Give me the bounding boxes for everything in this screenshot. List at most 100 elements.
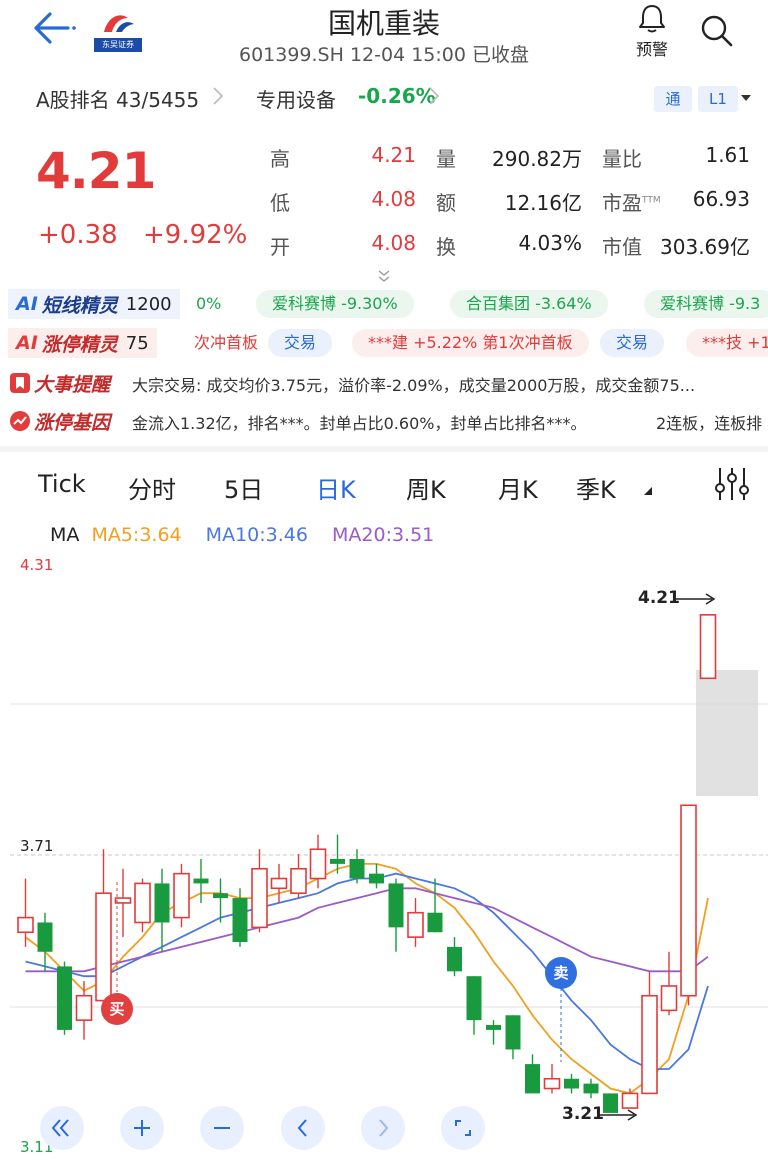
section-divider [0,446,768,452]
ma-label: MA [50,524,80,546]
ai-short-item[interactable]: 爱科赛博 -9.30% [256,290,414,318]
candle-down [37,922,53,952]
dropdown-triangle-icon[interactable] [741,95,751,101]
ai-short-item[interactable]: 爱科赛博 -9.3 [644,290,768,318]
quote-value-turnover: 4.03% [518,231,582,255]
connect-button[interactable]: 通 [654,86,692,112]
event-badge-label: 大事提醒 [34,373,111,396]
candle-up [134,882,151,924]
search-icon[interactable] [698,12,736,50]
quote-label-amount: 额 [436,191,456,215]
prev-button[interactable] [281,1106,325,1150]
quote-value-high: 4.21 [371,143,416,167]
limit-gene-row[interactable]: 涨停基因 金流入1.32亿，排名***。封单占比0.60%，封单占比排名***。… [0,406,768,436]
quote-label-low: 低 [270,191,290,215]
candle-down [505,1015,521,1050]
candle-down [447,946,462,972]
quote-value-market-cap: 303.69亿 [660,235,750,259]
last-price: 4.21 [36,142,156,200]
limit-gene-text: 金流入1.32亿，排名***。封单占比0.60%，封单占比排名***。 [132,414,587,433]
candle-up [17,916,34,934]
buy-signal-marker[interactable]: 买 [101,993,133,1025]
fullscreen-icon [455,1120,471,1136]
candle-up [621,1092,639,1109]
sell-signal-marker[interactable]: 卖 [545,957,577,989]
trade-button[interactable]: 交易 [600,329,665,357]
double-chevron-left-icon [51,1119,69,1137]
limit-up-band [696,670,758,796]
ma10-value: MA10:3.46 [205,524,308,546]
level-select[interactable]: L1 [698,86,738,112]
next-button[interactable] [361,1106,405,1150]
candle-down [564,1078,579,1089]
candle-up [543,1077,561,1090]
low-annotation: 3.21 [562,1104,604,1124]
candle-up [95,892,112,1002]
ai-limit-item[interactable]: 次冲首板 [194,329,258,357]
quote-value-amount: 12.16亿 [504,191,582,215]
trend-up-icon [10,411,30,431]
alert-button[interactable]: 预警 [630,2,674,59]
tab-intraday[interactable]: 分时 [128,470,176,505]
chevron-right-icon [429,87,440,105]
ai-short-row: AI 短线精灵 1200 0% 爱科赛博 -9.30% 合百集团 -3.64% … [0,289,768,319]
chart-settings-icon[interactable] [712,466,752,502]
high-annotation: 4.21 [638,588,680,608]
quote-label-high: 高 [270,147,290,171]
event-badge: 大事提醒 [10,370,110,396]
zoom-in-button[interactable] [120,1106,164,1150]
candle-down [525,1064,540,1094]
ai-limit-item[interactable]: ***技 +1 [686,329,768,357]
ai-short-badge[interactable]: AI 短线精灵 1200 [8,289,180,319]
candle-up [699,614,717,680]
tab-daily-k[interactable]: 日K [316,470,356,505]
ai-limit-badge[interactable]: AI 涨停精灵 75 [8,328,157,358]
tab-5day[interactable]: 5日 [224,470,263,505]
candle-down [154,883,170,923]
ai-short-item[interactable]: 0% [196,290,221,318]
tab-more-triangle-icon[interactable] [644,487,652,495]
price-change-pct: +9.92% [143,220,248,250]
pe-label-text: 市盈 [602,191,642,215]
ai-limit-name: 涨停精灵 [41,333,118,356]
tab-weekly-k[interactable]: 周K [406,470,446,505]
quote-label-turnover: 换 [436,235,456,259]
ma20-value: MA20:3.51 [332,524,435,546]
candle-up [309,848,327,880]
minus-icon [214,1127,230,1129]
event-text: 大宗交易: 成交均价3.75元，溢价率-2.09%，成交量2000万股，成交金额… [132,376,696,395]
ai-limit-count: 75 [125,332,149,354]
candle-down [330,859,345,864]
tab-quarterly-k[interactable]: 季K [576,470,616,505]
trade-button[interactable]: 交易 [268,329,333,357]
tab-monthly-k[interactable]: 月K [498,470,538,505]
candlestick-chart[interactable] [0,552,768,1160]
plus-icon [134,1120,150,1136]
candle-down [427,912,443,933]
candle-up [173,872,190,919]
ai-limit-item[interactable]: ***建 +5.22% 第1次冲首板 [352,329,589,357]
industry-name[interactable]: 专用设备 [256,84,336,113]
candle-up [114,897,132,904]
quote-value-volume: 290.82万 [492,147,582,171]
candle-up [290,867,307,894]
period-tabs: Tick 分时 5日 日K 周K 月K 季K [0,460,768,510]
fullscreen-button[interactable] [441,1106,485,1150]
zoom-out-button[interactable] [200,1106,244,1150]
quote-value-volume-ratio: 1.61 [705,143,750,167]
fast-back-button[interactable] [40,1106,84,1150]
candle-up [270,877,288,890]
quote-label-market-cap: 市值 [602,235,642,259]
candle-down [369,873,384,884]
chevron-right-icon [379,1119,389,1137]
market-rank[interactable]: A股排名 43/5455 [36,84,199,113]
chevron-left-icon [297,1119,307,1137]
bell-icon [639,5,665,33]
high-arrow [676,593,716,605]
expand-chevron-icon[interactable] [376,268,392,284]
tab-tick[interactable]: Tick [38,470,86,498]
ma5-value: MA5:3.64 [91,524,182,546]
header: 东吴证券 国机重装 601399.SH 12-04 15:00 已收盘 预警 [0,0,768,72]
ai-short-item[interactable]: 合百集团 -3.64% [450,290,608,318]
event-row[interactable]: 大事提醒 大宗交易: 成交均价3.75元，溢价率-2.09%，成交量2000万股… [0,368,768,398]
